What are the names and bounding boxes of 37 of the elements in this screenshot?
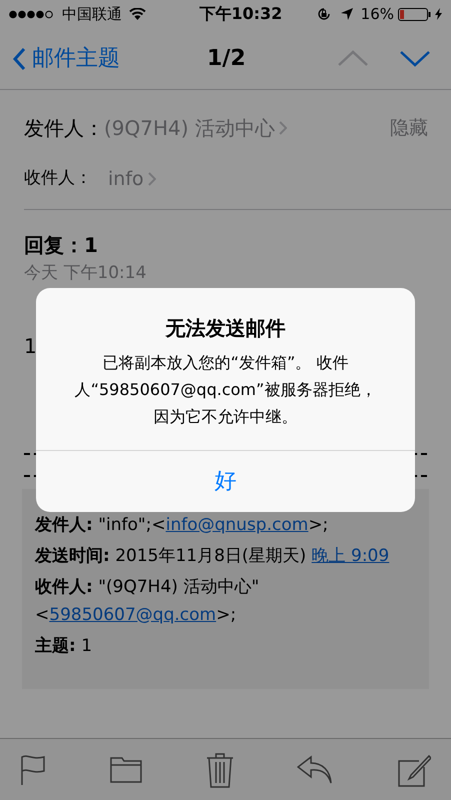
message-counter: 1/2 [207,45,246,73]
message-date: 今天 下午10:14 [24,262,148,285]
chevron-left-icon [12,46,26,70]
alert-title: 无法发送邮件 [164,315,286,342]
email-link[interactable]: 晚上 9:09 [312,546,390,566]
battery-icon [398,8,432,20]
message-body: 1 [24,332,37,360]
trash-icon[interactable] [206,752,234,788]
carrier-name: 中国联通 [62,4,122,25]
folder-icon[interactable] [110,756,142,782]
email-link[interactable]: 59850607@qq.com [49,604,216,624]
ok-button[interactable]: 好 [36,450,415,512]
back-button[interactable]: 邮件主题 [0,42,120,75]
hide-button[interactable]: 隐藏 [390,114,428,142]
quote-line: 发送时间: 2015年11月8日(星期天) 晚上 9:09 [35,544,390,568]
wifi-icon [129,8,146,20]
flag-icon[interactable] [20,754,46,784]
quote-line: 收件人: "(9Q7H4) 活动中心" <59850607@qq.com>; [35,576,260,626]
subject-title: 回复：1 [24,232,99,259]
sender-link[interactable]: (9Q7H4) 活动中心 [104,113,287,143]
alert-message: 已将副本放入您的“发件箱”。 收件人“59850607@qq.com”被服务器拒绝，因为它不允许中继。 [74,352,377,428]
battery-percent: 16% [360,4,394,25]
chevron-right-icon [278,121,287,135]
status-time: 下午10:32 [198,3,282,25]
next-button[interactable] [399,49,431,68]
charging-icon [435,8,442,20]
quote-line: 发件人: "info";<info@qnusp.com>; [35,514,330,536]
quote-line: 主题: 1 [35,634,94,658]
chevron-right-icon [148,172,156,186]
location-arrow-icon [340,8,353,20]
reply-icon[interactable] [297,754,334,784]
recipient-label: 收件人： [24,167,92,190]
email-link[interactable]: info@qnusp.com [166,514,308,534]
recipient-link[interactable]: info [108,164,156,194]
rotation-lock-icon [316,6,332,22]
sender-label: 发件人： [24,115,104,142]
compose-icon[interactable] [397,752,431,786]
